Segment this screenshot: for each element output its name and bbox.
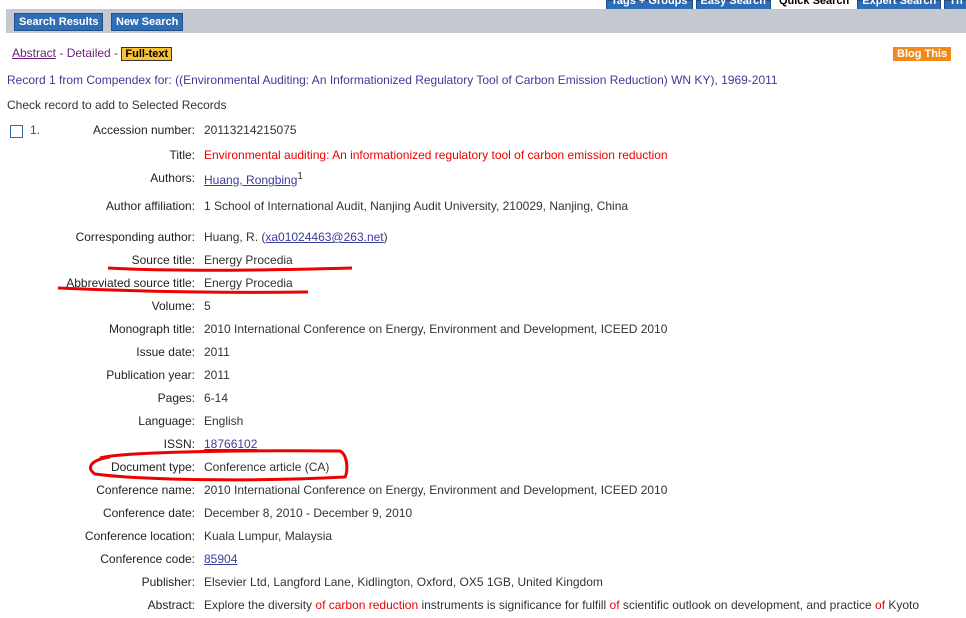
search-results-button[interactable]: Search Results [14, 13, 104, 31]
tab-quick-search[interactable]: Quick Search [773, 0, 855, 9]
field-value: 2010 International Conference on Energy,… [204, 483, 668, 497]
field-value: Elsevier Ltd, Langford Lane, Kidlington,… [204, 575, 603, 589]
field-label: Conference code: [100, 552, 195, 566]
field-row: Pages: 6-14 [0, 391, 966, 411]
field-label: Authors: [150, 171, 195, 185]
record-line: Record 1 from Compendex for: ((Environme… [7, 73, 778, 87]
field-label: Document type: [110, 460, 195, 474]
abstract-text: of [875, 598, 886, 612]
abstract-text: instruments is significance for fulfill [418, 598, 610, 612]
blog-this-button[interactable]: Blog This [893, 47, 952, 61]
tab-tags-groups[interactable]: Tags + Groups [606, 0, 693, 9]
field-row: ISSN: 18766102 [0, 437, 966, 457]
tab-easy-search[interactable]: Easy Search [695, 0, 771, 9]
field-value-suffix: ) [383, 230, 388, 244]
affiliation-marker: 1 [297, 171, 303, 182]
field-label: Corresponding author: [75, 230, 195, 244]
field-value: Energy Procedia [204, 253, 293, 267]
field-row: Monograph title: 2010 International Confe… [0, 322, 966, 342]
field-label: Pages: [157, 391, 195, 405]
field-row: Publication year: 2011 [0, 368, 966, 388]
field-row: Conference code: 85904 [0, 552, 966, 572]
tab-th[interactable]: Th [944, 0, 966, 9]
abstract-text: Kyoto [885, 598, 920, 612]
field-label: Monograph title: [108, 322, 195, 336]
field-value: 2011 [204, 368, 230, 382]
field-value: 1 School of International Audit, Nanjing… [204, 199, 629, 213]
abstract-text: of [609, 598, 620, 612]
abstract-link[interactable]: Abstract [12, 46, 56, 60]
field-row: Issue date: 2011 [0, 345, 966, 365]
field-row: Author affiliation: 1 School of Internat… [0, 199, 966, 219]
field-label: Accession number: [92, 123, 195, 137]
field-label: Publication year: [106, 368, 195, 382]
abstract-row: Abstract: Explore the diversity of carbon… [0, 598, 966, 618]
separator: - [59, 46, 64, 60]
detailed-label: Detailed [66, 46, 111, 60]
field-row: Corresponding author: Huang, R. (xa010244… [0, 230, 966, 250]
field-label: Conference date: [102, 506, 195, 520]
field-label: Volume: [151, 299, 195, 313]
field-value: Environmental auditing: An informationiz… [204, 148, 668, 162]
field-row: Authors: Huang, Rongbing1 [0, 171, 966, 191]
field-label: Conference name: [96, 483, 195, 497]
field-label: Author affiliation: [105, 199, 195, 213]
field-label: ISSN: [163, 437, 195, 451]
field-label: Abstract: [147, 598, 195, 612]
field-row: Conference date: December 8, 2010 - Decem… [0, 506, 966, 526]
field-row: Abbreviated source title: Energy Procedia [0, 276, 966, 296]
field-link[interactable]: 18766102 [204, 437, 257, 451]
field-row: Language: English [0, 414, 966, 434]
field-value: Kuala Lumpur, Malaysia [204, 529, 333, 543]
field-value: December 8, 2010 - December 9, 2010 [204, 506, 413, 520]
field-value: 6-14 [204, 391, 229, 405]
field-row: Volume: 5 [0, 299, 966, 319]
email-link[interactable]: xa01024463@263.net [265, 230, 383, 244]
field-row: Conference location: Kuala Lumpur, Malays… [0, 529, 966, 549]
field-value: 2010 International Conference on Energy,… [204, 322, 668, 336]
tab-expert-search[interactable]: Expert Search [857, 0, 942, 9]
field-row: Document type: Conference article (CA) [0, 460, 966, 480]
field-link[interactable]: Huang, Rongbing [204, 173, 297, 187]
field-label: Publisher: [141, 575, 195, 589]
field-link[interactable]: 85904 [204, 552, 237, 566]
field-value: Huang, R. ( [204, 230, 266, 244]
field-label: Language: [138, 414, 195, 428]
field-row: Accession number: 20113214215075 [0, 123, 966, 143]
field-row: Title: Environmental auditing: An informa… [0, 148, 966, 168]
field-value: Energy Procedia [204, 276, 293, 290]
field-label: Issue date: [136, 345, 195, 359]
field-label: Title: [169, 148, 195, 162]
new-search-button[interactable]: New Search [111, 13, 184, 31]
check-instructions: Check record to add to Selected Records [7, 98, 227, 112]
field-label: Source title: [131, 253, 195, 267]
field-value: 2011 [204, 345, 230, 359]
abstract-text: Explore the diversity [204, 598, 316, 612]
field-value: English [204, 414, 244, 428]
field-row: Source title: Energy Procedia [0, 253, 966, 273]
abstract-text: of carbon reduction [315, 598, 419, 612]
field-row: Publisher: Elsevier Ltd, Langford Lane, K… [0, 575, 966, 595]
field-value: Conference article (CA) [204, 460, 330, 474]
field-value: 5 [204, 299, 211, 313]
separator: - [114, 46, 119, 60]
top-tabs: Tags + Groups Easy Search Quick Search Expe… [606, 0, 966, 9]
field-row: Conference name: 2010 International Confe… [0, 483, 966, 503]
field-label: Abbreviated source title: [66, 276, 195, 290]
field-value: 20113214215075 [204, 123, 297, 137]
toolbar: Search Results New Search [6, 9, 966, 33]
field-label: Conference location: [84, 529, 195, 543]
abstract-text: scientific outlook on development, and p… [619, 598, 876, 612]
view-switcher: Abstract - Detailed - Full-text [12, 46, 173, 61]
full-text-button[interactable]: Full-text [121, 47, 173, 61]
